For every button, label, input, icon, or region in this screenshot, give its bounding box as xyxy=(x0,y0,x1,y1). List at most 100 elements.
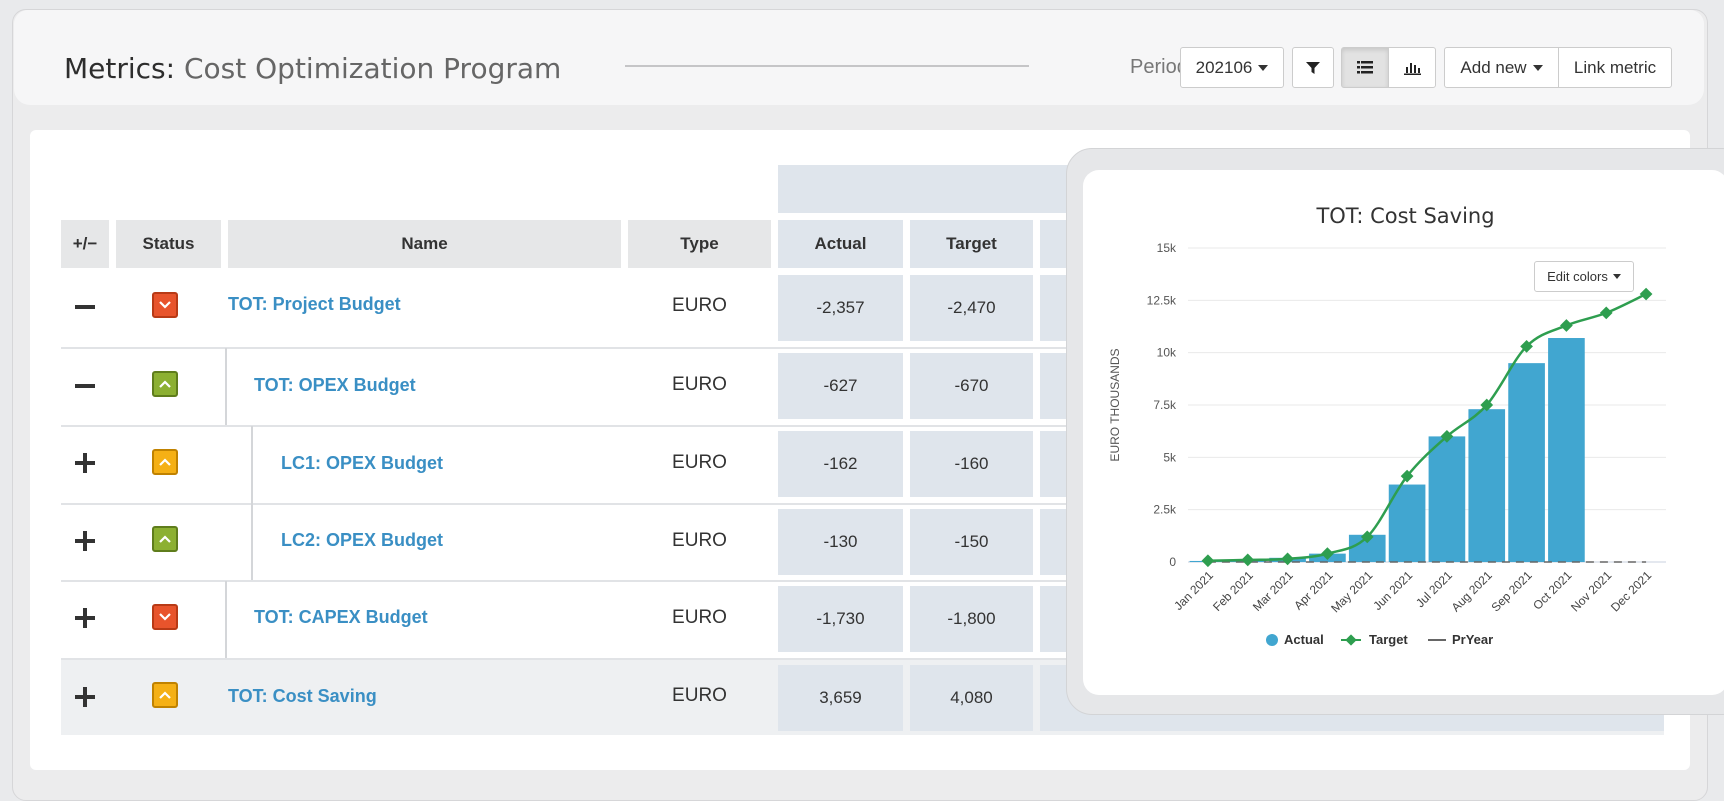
collapse-icon[interactable] xyxy=(74,296,96,318)
target-point xyxy=(1639,287,1653,301)
actual-cell: -2,357 xyxy=(778,275,903,341)
actual-bar xyxy=(1428,436,1466,562)
metric-link[interactable]: TOT: CAPEX Budget xyxy=(254,607,428,628)
metric-link[interactable]: TOT: OPEX Budget xyxy=(254,375,416,396)
chart-popup: TOT: Cost Saving Edit colors 0 2.5k 5k 7.5k… xyxy=(1066,148,1724,715)
status-warn-icon xyxy=(152,449,178,475)
name-header: Name xyxy=(228,220,621,268)
target-point xyxy=(1241,553,1255,567)
actual-bar xyxy=(1508,363,1545,562)
filter-button[interactable] xyxy=(1292,47,1334,88)
list-icon xyxy=(1357,61,1373,74)
y-tick-label: 15k xyxy=(1157,241,1177,255)
y-tick-label: 2.5k xyxy=(1153,503,1177,517)
metric-link[interactable]: LC2: OPEX Budget xyxy=(281,530,443,551)
status-down-icon xyxy=(152,292,178,318)
tree-indent-line xyxy=(251,426,253,580)
metric-link[interactable]: TOT: Cost Saving xyxy=(228,686,377,707)
y-axis-label: EURO THOUSANDS xyxy=(1108,348,1122,461)
chevron-down-icon xyxy=(1532,64,1543,71)
legend-actual-label: Actual xyxy=(1284,632,1324,647)
actual-cell: 3,659 xyxy=(778,665,903,731)
expand-icon[interactable] xyxy=(74,530,96,552)
status-down-icon xyxy=(152,604,178,630)
target-value: 4,080 xyxy=(950,688,993,707)
y-tick-label: 7.5k xyxy=(1153,398,1177,412)
target-value: -150 xyxy=(954,532,989,551)
chart-view-button[interactable] xyxy=(1388,47,1436,88)
collapse-icon[interactable] xyxy=(74,375,96,397)
actual-cell: -627 xyxy=(778,353,903,419)
status-up-icon xyxy=(152,371,178,397)
target-point xyxy=(1281,552,1294,566)
header-divider xyxy=(625,65,1029,67)
actual-cell: -130 xyxy=(778,509,903,575)
list-view-button[interactable] xyxy=(1341,47,1389,88)
expand-icon[interactable] xyxy=(74,607,96,629)
x-tick-label: Sep 2021 xyxy=(1488,568,1534,614)
target-value: -160 xyxy=(954,454,989,473)
target-value: -670 xyxy=(954,376,989,395)
x-tick-label: Mar 2021 xyxy=(1250,568,1296,614)
link-metric-button[interactable]: Link metric xyxy=(1558,47,1672,88)
target-cell: -670 xyxy=(910,353,1033,419)
target-cell: -1,800 xyxy=(910,586,1033,652)
metric-link[interactable]: TOT: Project Budget xyxy=(228,294,401,315)
type-header: Type xyxy=(628,220,771,268)
chevron-down-icon xyxy=(1258,64,1269,71)
x-tick-label: May 2021 xyxy=(1328,568,1375,615)
x-tick-label: Dec 2021 xyxy=(1608,568,1654,614)
page-title: Metrics: Cost Optimization Program xyxy=(64,52,561,85)
actual-cell: -1,730 xyxy=(778,586,903,652)
actual-value: -2,357 xyxy=(816,298,865,317)
target-point xyxy=(1560,319,1573,332)
legend-actual-marker xyxy=(1266,634,1278,646)
legend-target-label: Target xyxy=(1369,632,1408,647)
expand-icon[interactable] xyxy=(74,686,96,708)
expand-collapse-header: +/− xyxy=(61,220,109,268)
period-value: 202106 xyxy=(1195,57,1253,77)
actual-cell: -162 xyxy=(778,431,903,497)
status-header: Status xyxy=(116,220,221,268)
actual-value: -130 xyxy=(823,532,858,551)
legend-pryear-label: PrYear xyxy=(1452,632,1493,647)
type-cell: EURO xyxy=(672,607,727,628)
y-tick-label: 10k xyxy=(1157,346,1177,360)
actual-bar xyxy=(1548,338,1585,562)
type-cell: EURO xyxy=(672,374,727,395)
chart-card: TOT: Cost Saving Edit colors 0 2.5k 5k 7.5k… xyxy=(1083,170,1724,695)
target-cell: 4,080 xyxy=(910,665,1033,731)
title-prefix: Metrics: xyxy=(64,52,176,85)
target-cell: -150 xyxy=(910,509,1033,575)
actual-value: -162 xyxy=(823,454,858,473)
legend-target-marker xyxy=(1345,634,1357,646)
target-cell: -160 xyxy=(910,431,1033,497)
target-value: -1,800 xyxy=(947,609,996,628)
target-point xyxy=(1201,554,1215,568)
add-new-label: Add new xyxy=(1460,57,1527,77)
actual-header: Actual xyxy=(778,220,903,268)
target-cell: -2,470 xyxy=(910,275,1033,341)
link-metric-label: Link metric xyxy=(1573,57,1657,77)
actual-bar xyxy=(1468,409,1506,562)
actual-value: 3,659 xyxy=(819,688,862,707)
y-tick-label: 5k xyxy=(1163,450,1177,464)
x-tick-label: Aug 2021 xyxy=(1449,568,1495,614)
program-name: Cost Optimization Program xyxy=(183,52,562,85)
x-tick-label: Jun 2021 xyxy=(1370,568,1415,613)
target-header: Target xyxy=(910,220,1033,268)
status-up-icon xyxy=(152,526,178,552)
tree-indent-line xyxy=(225,348,227,425)
cost-saving-chart: 0 2.5k 5k 7.5k 10k 12.5k 15k EURO THOUSANDS Jan … xyxy=(1108,241,1666,647)
bar-chart-icon xyxy=(1403,62,1421,75)
type-cell: EURO xyxy=(672,452,727,473)
filter-icon xyxy=(1306,61,1320,74)
add-new-dropdown[interactable]: Add new xyxy=(1444,47,1559,88)
y-tick-label: 12.5k xyxy=(1147,293,1177,307)
metric-link[interactable]: LC1: OPEX Budget xyxy=(281,453,443,474)
period-dropdown[interactable]: 202106 xyxy=(1180,47,1284,88)
tree-indent-line xyxy=(225,581,227,658)
x-tick-label: Nov 2021 xyxy=(1568,568,1614,614)
expand-icon[interactable] xyxy=(74,452,96,474)
actual-value: -627 xyxy=(823,376,858,395)
